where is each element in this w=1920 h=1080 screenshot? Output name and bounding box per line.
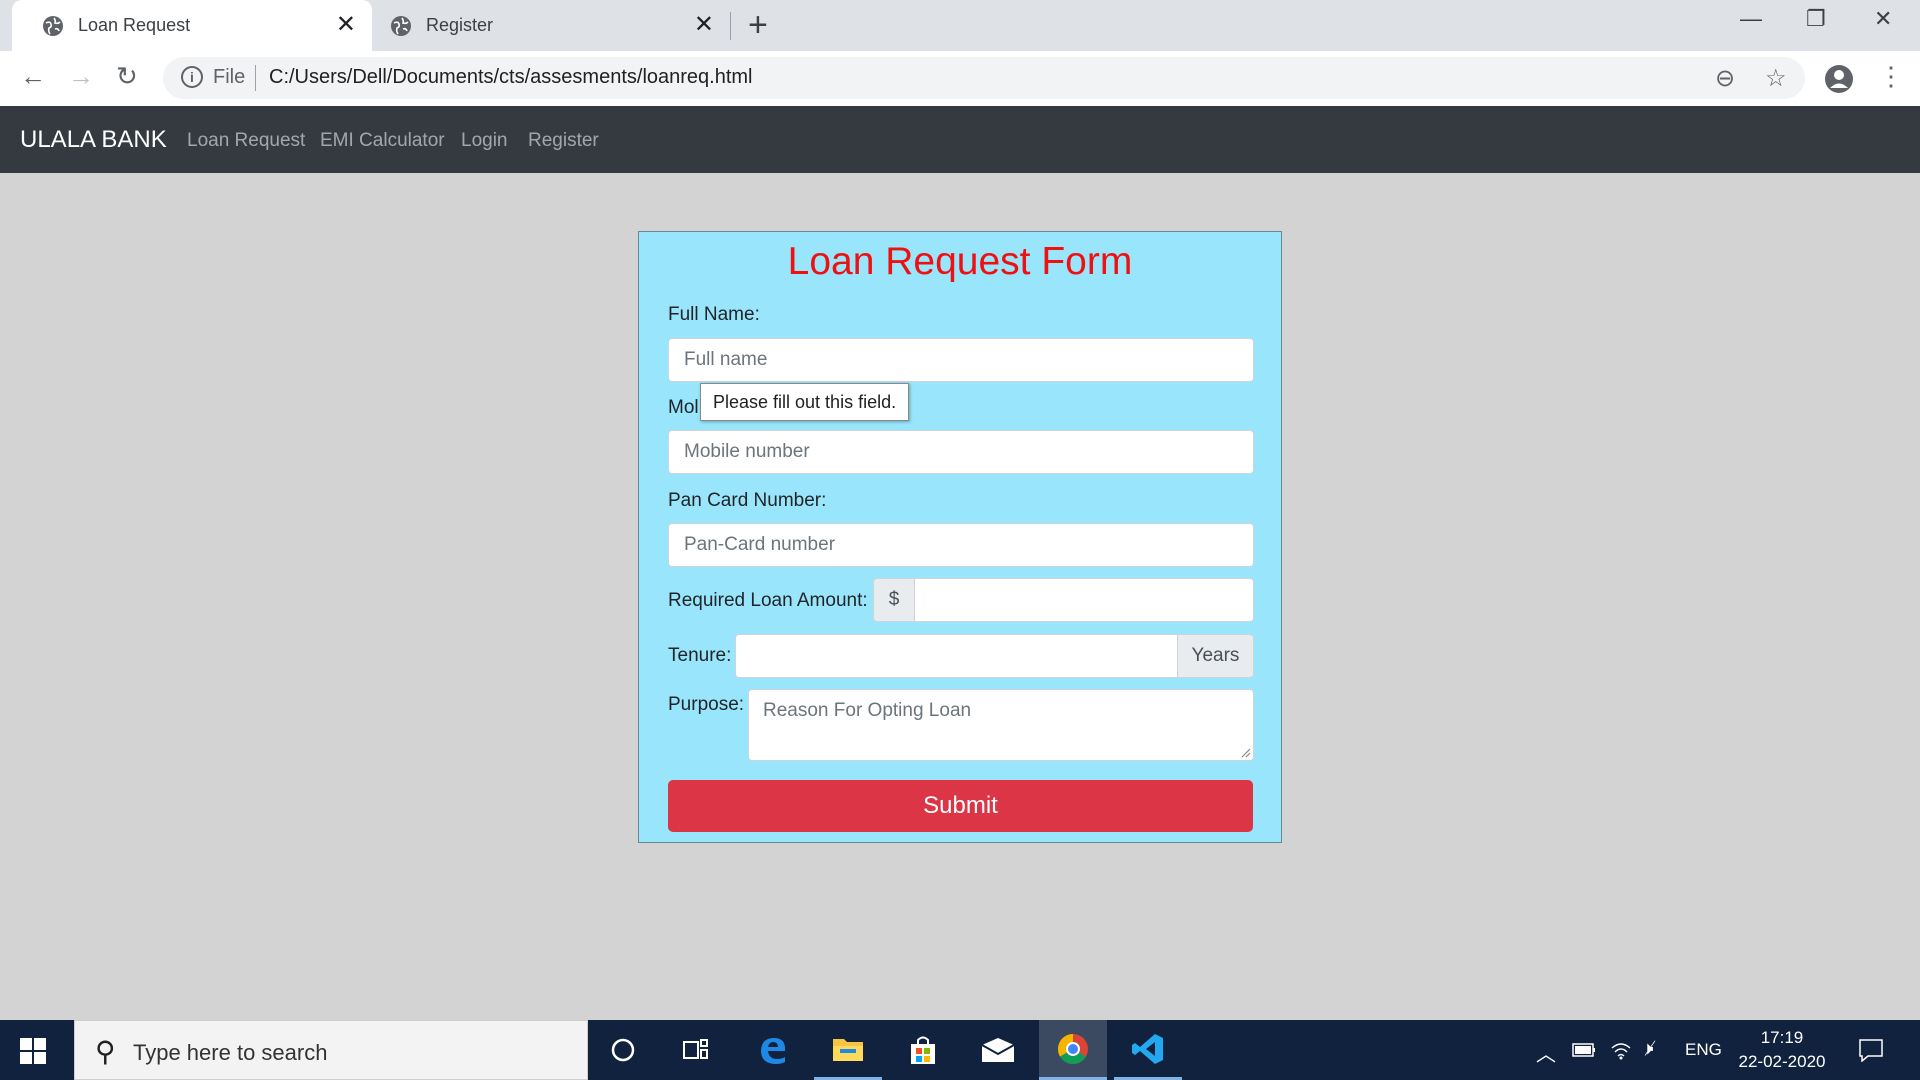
cortana-icon[interactable]	[589, 1020, 657, 1080]
years-suffix: Years	[1177, 634, 1254, 678]
star-bookmark-icon[interactable]: ☆	[1765, 64, 1787, 93]
language-indicator[interactable]: ENG	[1685, 1040, 1722, 1060]
close-tab-icon[interactable]: ✕	[336, 12, 356, 38]
dollar-prefix: $	[873, 578, 915, 622]
nav-link-emi-calculator[interactable]: EMI Calculator	[320, 130, 445, 152]
globe-icon	[43, 15, 63, 36]
mobile-number-input[interactable]: Mobile number	[668, 430, 1254, 474]
scheme-label: File	[213, 66, 246, 88]
tab-register[interactable]: Register ✕	[372, 0, 730, 51]
search-icon: ⚲	[95, 1036, 116, 1067]
profile-avatar-icon[interactable]	[1824, 64, 1854, 94]
chrome-icon[interactable]	[1039, 1020, 1107, 1080]
full-name-input[interactable]: Full name	[668, 338, 1254, 382]
reload-icon[interactable]: ↻	[116, 61, 138, 92]
mail-icon[interactable]	[964, 1020, 1032, 1080]
mobile-number-label: Mol	[668, 397, 699, 418]
forward-arrow-icon[interactable]: →	[68, 61, 94, 92]
notification-icon[interactable]	[1858, 1038, 1884, 1062]
tab-title: Loan Request	[78, 15, 191, 35]
restore-icon[interactable]: ❐	[1806, 6, 1826, 32]
windows-start-icon[interactable]	[20, 1038, 46, 1064]
windows-taskbar: ⚲ Type here to search ︿ 🕨̸ ENG 17:19 22-…	[0, 1020, 1920, 1080]
address-divider	[255, 65, 256, 91]
tab-loan-request[interactable]: Loan Request ✕	[12, 0, 372, 51]
address-bar[interactable]: i File C:/Users/Dell/Documents/cts/asses…	[163, 57, 1805, 99]
loan-amount-label: Required Loan Amount:	[668, 590, 868, 611]
edge-icon[interactable]	[739, 1020, 807, 1080]
tab-title: Register	[426, 15, 494, 35]
loan-request-form: Loan Request Form Full Name: Full name M…	[638, 231, 1282, 843]
taskbar-search-box[interactable]: ⚲ Type here to search	[74, 1020, 588, 1080]
zoom-out-icon[interactable]: ⊖	[1715, 64, 1735, 93]
purpose-label: Purpose:	[668, 694, 745, 715]
purpose-textarea[interactable]: Reason For Opting Loan	[748, 689, 1254, 761]
task-view-icon[interactable]	[662, 1020, 730, 1080]
back-arrow-icon[interactable]: ←	[20, 61, 46, 92]
plus-icon[interactable]: +	[748, 8, 768, 42]
file-explorer-icon[interactable]	[814, 1020, 882, 1080]
close-icon[interactable]: ✕	[1874, 6, 1892, 32]
system-clock[interactable]: 17:19 22-02-2020	[1734, 1026, 1830, 1074]
store-icon[interactable]	[889, 1020, 957, 1080]
battery-icon[interactable]	[1572, 1042, 1596, 1058]
vscode-icon[interactable]	[1114, 1020, 1182, 1080]
tenure-input[interactable]	[735, 634, 1178, 678]
nav-link-login[interactable]: Login	[461, 130, 508, 152]
full-name-label: Full Name:	[668, 304, 760, 325]
submit-button[interactable]: Submit	[668, 780, 1253, 832]
url-text[interactable]: C:/Users/Dell/Documents/cts/assesments/l…	[269, 66, 753, 89]
browser-toolbar: ← → ↻ i File C:/Users/Dell/Documents/cts…	[0, 51, 1920, 106]
tab-strip: Loan Request ✕ Register ✕ + — ❐ ✕	[0, 0, 1920, 51]
wifi-icon[interactable]	[1610, 1040, 1632, 1060]
close-tab-icon[interactable]: ✕	[694, 12, 714, 38]
brand-logo-text[interactable]: ULALA BANK	[20, 126, 167, 154]
nav-link-loan-request[interactable]: Loan Request	[187, 130, 305, 152]
nav-link-register[interactable]: Register	[528, 130, 599, 152]
search-placeholder: Type here to search	[133, 1040, 328, 1065]
info-icon[interactable]: i	[181, 66, 203, 88]
chevron-up-icon[interactable]: ︿	[1536, 1038, 1556, 1067]
resize-handle-icon[interactable]	[1239, 746, 1251, 758]
globe-icon	[391, 15, 411, 36]
purpose-placeholder: Reason For Opting Loan	[763, 700, 972, 721]
validation-tooltip: Please fill out this field.	[700, 383, 910, 421]
form-title: Loan Request Form	[787, 240, 1133, 283]
loan-amount-input[interactable]	[914, 578, 1254, 622]
kebab-menu-icon[interactable]: ⋮	[1878, 61, 1904, 92]
site-navbar: ULALA BANK Loan Request EMI Calculator L…	[0, 106, 1920, 173]
volume-muted-icon[interactable]: 🕨̸	[1642, 1038, 1653, 1059]
clock-date: 22-02-2020	[1738, 1052, 1826, 1071]
minimize-icon[interactable]: —	[1740, 6, 1762, 32]
clock-time: 17:19	[1760, 1028, 1804, 1047]
tab-divider	[730, 12, 731, 40]
pan-card-label: Pan Card Number:	[668, 490, 827, 511]
tenure-label: Tenure:	[668, 645, 732, 666]
pan-card-input[interactable]: Pan-Card number	[668, 523, 1254, 567]
